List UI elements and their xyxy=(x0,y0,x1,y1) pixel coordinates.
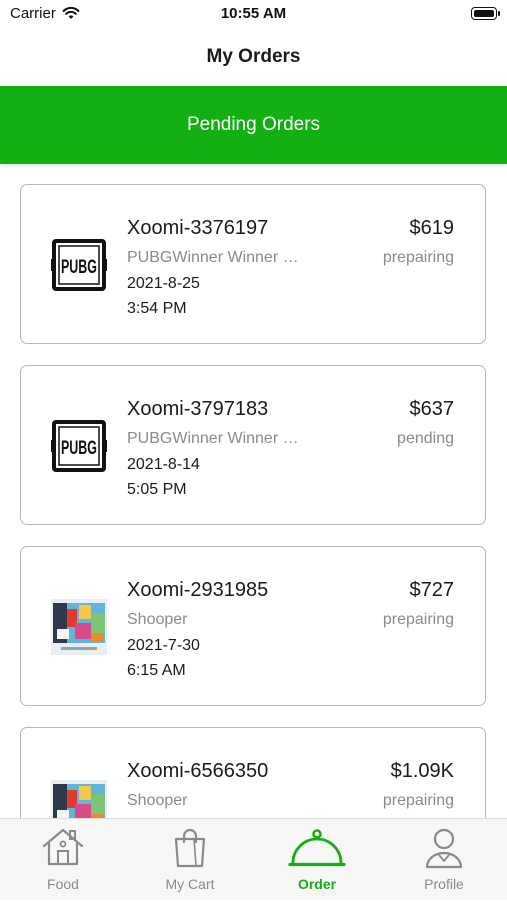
shooper-store-image xyxy=(51,780,107,818)
order-time: 3:54 PM xyxy=(127,300,187,317)
shopping-bag-icon xyxy=(174,828,206,868)
order-id: Xoomi-3797183 xyxy=(127,398,269,420)
order-card[interactable]: Xoomi-2931985 Shooper 2021-7-30 6:15 AM … xyxy=(20,546,486,706)
order-card[interactable]: PUBG Xoomi-3797183 PUBGWinner Winner Chi… xyxy=(20,365,486,525)
tab-my-cart[interactable]: My Cart xyxy=(127,819,253,901)
tab-order[interactable]: Order xyxy=(254,819,380,901)
order-time: 6:15 AM xyxy=(127,662,186,679)
page-title: My Orders xyxy=(206,46,301,67)
order-id: Xoomi-6566350 xyxy=(127,760,269,782)
store-name: Shooper xyxy=(127,792,188,809)
store-name: PUBGWinner Winner Chicken Dinner xyxy=(127,430,302,447)
status-bar: Carrier 10:55 AM xyxy=(0,0,507,30)
order-card[interactable]: PUBG Xoomi-3376197 PUBGWinner Winner Chi… xyxy=(20,184,486,344)
order-date: 2021-7-30 xyxy=(127,637,200,654)
order-price: $727 xyxy=(409,579,455,601)
shooper-store-image xyxy=(51,599,107,655)
pending-orders-tab[interactable]: Pending Orders xyxy=(0,86,507,164)
order-card[interactable]: Xoomi-6566350 Shooper $1.09K prepairing xyxy=(20,727,486,818)
person-icon xyxy=(425,828,463,869)
bottom-tab-bar: Food My Cart Order Profile xyxy=(0,818,507,900)
order-id: Xoomi-2931985 xyxy=(127,579,269,601)
store-name: PUBGWinner Winner Chicken Dinner xyxy=(127,249,302,266)
tab-profile[interactable]: Profile xyxy=(381,819,507,901)
order-status: prepairing xyxy=(382,249,454,266)
order-price: $619 xyxy=(409,217,455,239)
order-price: $1.09K xyxy=(390,760,454,782)
pubg-logo-icon: PUBG xyxy=(51,420,107,472)
order-status: pending xyxy=(397,430,454,447)
navigation-bar: My Orders xyxy=(0,30,507,86)
order-id: Xoomi-3376197 xyxy=(127,217,269,239)
order-time: 5:05 PM xyxy=(127,481,187,498)
order-price: $637 xyxy=(409,398,455,420)
tab-label: Profile xyxy=(424,876,464,892)
order-date: 2021-8-14 xyxy=(127,456,200,473)
order-status: prepairing xyxy=(382,792,454,809)
orders-list[interactable]: PUBG Xoomi-3376197 PUBGWinner Winner Chi… xyxy=(0,164,507,818)
tab-label: Order xyxy=(297,876,337,892)
clock-time: 10:55 AM xyxy=(220,5,287,22)
svg-text:PUBG: PUBG xyxy=(61,438,97,459)
house-icon xyxy=(42,828,84,866)
cloche-icon xyxy=(288,829,346,867)
pubg-logo-icon: PUBG xyxy=(51,239,107,291)
tab-label: My Cart xyxy=(165,876,215,892)
tab-food[interactable]: Food xyxy=(0,819,126,901)
order-date: 2021-8-25 xyxy=(127,275,200,292)
tab-label: Food xyxy=(47,876,79,892)
svg-text:PUBG: PUBG xyxy=(61,257,97,278)
battery-icon xyxy=(471,7,500,20)
order-status: prepairing xyxy=(382,611,454,628)
store-name: Shooper xyxy=(127,611,188,628)
